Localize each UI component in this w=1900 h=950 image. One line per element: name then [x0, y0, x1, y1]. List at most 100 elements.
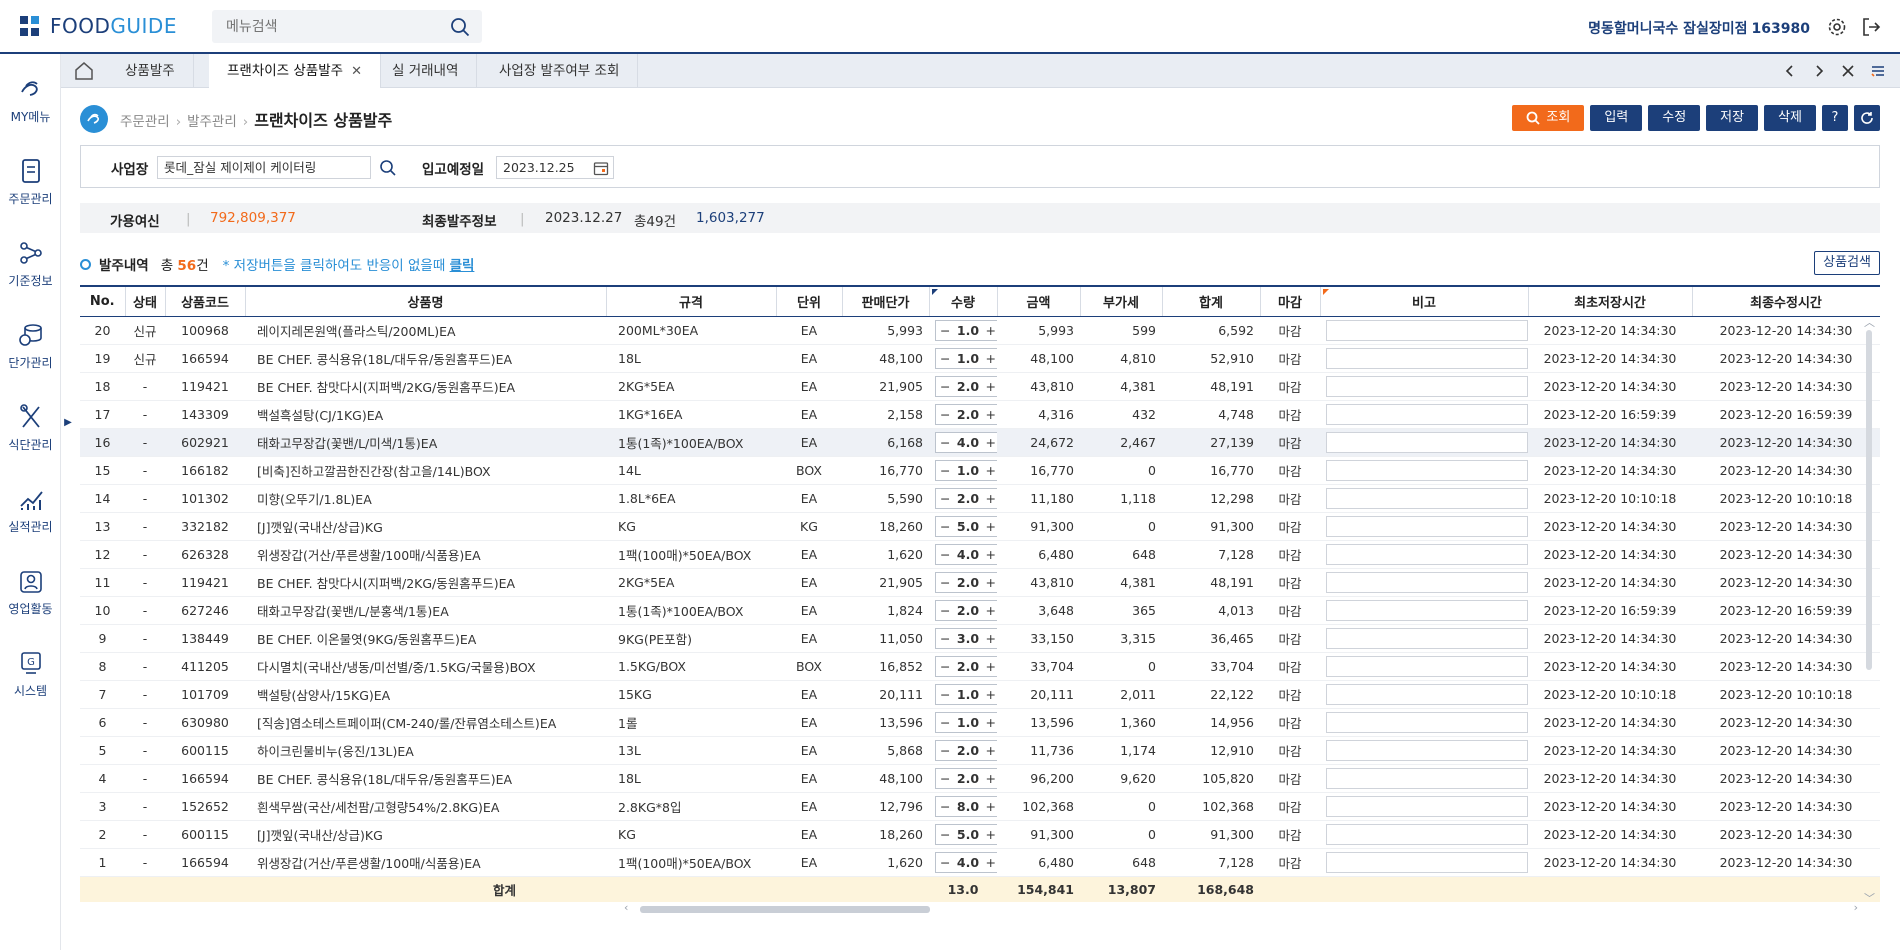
table-row[interactable]: 19 신규 166594 BE CHEF. 콩식용유(18L/대두유/동원홈푸드)EA…	[80, 344, 1880, 373]
memo-input[interactable]	[1326, 403, 1528, 425]
quantity-value[interactable]: 2.0	[957, 407, 979, 422]
table-row[interactable]: 14-101302 미향(오뚜기/1.8L)EA 1.8L*6EA EA 5,590−2…	[80, 484, 1880, 513]
quantity-value[interactable]: 2.0	[957, 491, 979, 506]
minus-icon[interactable]: −	[940, 491, 950, 506]
chevron-left-icon[interactable]	[1781, 62, 1799, 80]
column-header-qty[interactable]: 수량	[929, 287, 998, 317]
sidebar-item-sales[interactable]: 영업활동	[0, 554, 61, 624]
table-row[interactable]: 18-119421 BE CHEF. 참맛다시(지퍼백/2KG/동원홈푸드)EA 2…	[80, 372, 1880, 401]
quantity-value[interactable]: 5.0	[957, 519, 979, 534]
logout-icon[interactable]	[1860, 16, 1882, 38]
search-icon[interactable]	[379, 159, 397, 177]
menu-search-input[interactable]	[226, 17, 436, 37]
memo-input[interactable]	[1326, 795, 1528, 817]
plus-icon[interactable]: +	[986, 463, 996, 478]
breadcrumb-level1[interactable]: 주문관리	[120, 114, 170, 130]
plus-icon[interactable]: +	[986, 687, 996, 702]
quantity-value[interactable]: 4.0	[957, 435, 979, 450]
plus-icon[interactable]: +	[986, 323, 996, 338]
memo-input[interactable]	[1326, 767, 1528, 789]
site-input[interactable]: 롯데_잠실 제이제이 케이터링	[157, 156, 371, 179]
table-row[interactable]: 7-101709 백설탕(삼양사/15KG)EA 15KG EA 20,111−1.0 +…	[80, 680, 1880, 709]
column-header-amount[interactable]: 금액	[997, 287, 1081, 317]
column-header-price[interactable]: 판매단가	[842, 287, 930, 317]
memo-input[interactable]	[1326, 375, 1528, 397]
plus-icon[interactable]: +	[986, 827, 996, 842]
plus-icon[interactable]: +	[986, 743, 996, 758]
quantity-value[interactable]: 1.0	[957, 715, 979, 730]
tab-transactions[interactable]: 실 거래내역	[374, 54, 478, 88]
query-button[interactable]: 조회	[1512, 105, 1585, 131]
plus-icon[interactable]: +	[986, 715, 996, 730]
table-row[interactable]: 6-630980 [직송]염소테스트페이퍼(CM-240/롤/잔류염소테스트)EA…	[80, 708, 1880, 737]
memo-input[interactable]	[1326, 459, 1528, 481]
chevron-right-icon[interactable]	[1810, 62, 1828, 80]
tab-product-order[interactable]: 상품발주	[107, 54, 194, 88]
table-row[interactable]: 12-626328 위생장갑(거산/푸른생활/100매/식품용)EA 1팩(100매…	[80, 540, 1880, 569]
sidebar-toggle-icon[interactable]: ▶	[61, 412, 75, 434]
sidebar-item-my-menu[interactable]: MY메뉴	[0, 62, 61, 132]
horizontal-scrollbar[interactable]: ‹ ›	[622, 901, 1862, 916]
table-row[interactable]: 8-411205 다시멸치(국내산/냉동/미선별/중/1.5KG/국물용)BOX 1…	[80, 652, 1880, 681]
quantity-value[interactable]: 8.0	[957, 799, 979, 814]
memo-input[interactable]	[1326, 515, 1528, 537]
minus-icon[interactable]: −	[940, 631, 950, 646]
quantity-value[interactable]: 2.0	[957, 659, 979, 674]
save-note-link[interactable]: 클릭	[450, 258, 475, 274]
table-row[interactable]: 5-600115 하이크린물비누(웅진/13L)EA 13L EA 5,868−2.0 +…	[80, 736, 1880, 765]
plus-icon[interactable]: +	[986, 575, 996, 590]
memo-input[interactable]	[1326, 851, 1528, 873]
memo-input[interactable]	[1326, 487, 1528, 509]
plus-icon[interactable]: +	[986, 631, 996, 646]
refresh-button[interactable]	[1854, 105, 1880, 131]
quantity-value[interactable]: 3.0	[957, 631, 979, 646]
minus-icon[interactable]: −	[940, 771, 950, 786]
sidebar-item-order[interactable]: 주문관리	[0, 144, 61, 214]
sidebar-item-system[interactable]: G 시스템	[0, 636, 61, 706]
minus-icon[interactable]: −	[940, 351, 950, 366]
plus-icon[interactable]: +	[986, 771, 996, 786]
memo-input[interactable]	[1326, 655, 1528, 677]
quantity-value[interactable]: 1.0	[957, 463, 979, 478]
column-header-status[interactable]: 상태	[125, 287, 166, 317]
plus-icon[interactable]: +	[986, 351, 996, 366]
sidebar-item-meal[interactable]: 식단관리	[0, 390, 61, 460]
quantity-value[interactable]: 1.0	[957, 351, 979, 366]
column-header-total[interactable]: 합계	[1162, 287, 1261, 317]
minus-icon[interactable]: −	[940, 547, 950, 562]
quantity-value[interactable]: 1.0	[957, 323, 979, 338]
table-row[interactable]: 11-119421 BE CHEF. 참맛다시(지퍼백/2KG/동원홈푸드)EA 2…	[80, 568, 1880, 597]
plus-icon[interactable]: +	[986, 799, 996, 814]
memo-input[interactable]	[1326, 319, 1528, 341]
minus-icon[interactable]: −	[940, 687, 950, 702]
gear-icon[interactable]	[1826, 16, 1848, 38]
minus-icon[interactable]: −	[940, 603, 950, 618]
column-header-unit[interactable]: 단위	[776, 287, 843, 317]
tab-franchise-order[interactable]: 프랜차이즈 상품발주 ✕	[209, 54, 381, 88]
column-header-vat[interactable]: 부가세	[1080, 287, 1163, 317]
column-header-last-modified[interactable]: 최종수정시간	[1692, 287, 1880, 317]
input-button[interactable]: 입력	[1590, 105, 1643, 131]
plus-icon[interactable]: +	[986, 407, 996, 422]
close-all-icon[interactable]	[1839, 62, 1857, 80]
table-row[interactable]: 17-143309 백설흑설탕(CJ/1KG)EA 1KG*16EA EA 2,158−…	[80, 400, 1880, 429]
memo-input[interactable]	[1326, 627, 1528, 649]
minus-icon[interactable]: −	[940, 323, 950, 338]
app-logo[interactable]: FOODGUIDE	[20, 14, 177, 38]
table-row[interactable]: 10-627246 태화고무장갑(꽃밴/L/분홍색/1통)EA 1통(1족)*100…	[80, 596, 1880, 625]
sidebar-item-performance[interactable]: 실적관리	[0, 472, 61, 542]
plus-icon[interactable]: +	[986, 519, 996, 534]
minus-icon[interactable]: −	[940, 827, 950, 842]
memo-input[interactable]	[1326, 711, 1528, 733]
minus-icon[interactable]: −	[940, 463, 950, 478]
quantity-value[interactable]: 4.0	[957, 547, 979, 562]
edit-button[interactable]: 수정	[1648, 105, 1701, 131]
table-row[interactable]: 16-602921 태화고무장갑(꽃밴/L/미색/1통)EA 1통(1족)*100E…	[80, 428, 1880, 457]
quantity-value[interactable]: 2.0	[957, 771, 979, 786]
plus-icon[interactable]: +	[986, 603, 996, 618]
sidebar-item-base-info[interactable]: 기준정보	[0, 226, 61, 296]
column-header-memo[interactable]: 비고	[1320, 287, 1529, 317]
minus-icon[interactable]: −	[940, 659, 950, 674]
table-row[interactable]: 3-152652 흰색무쌈(국산/세천팜/고형량54%/2.8KG)EA 2.8KG…	[80, 792, 1880, 821]
table-row[interactable]: 1-166594 위생장갑(거산/푸른생활/100매/식품용)EA 1팩(100매)…	[80, 848, 1880, 877]
